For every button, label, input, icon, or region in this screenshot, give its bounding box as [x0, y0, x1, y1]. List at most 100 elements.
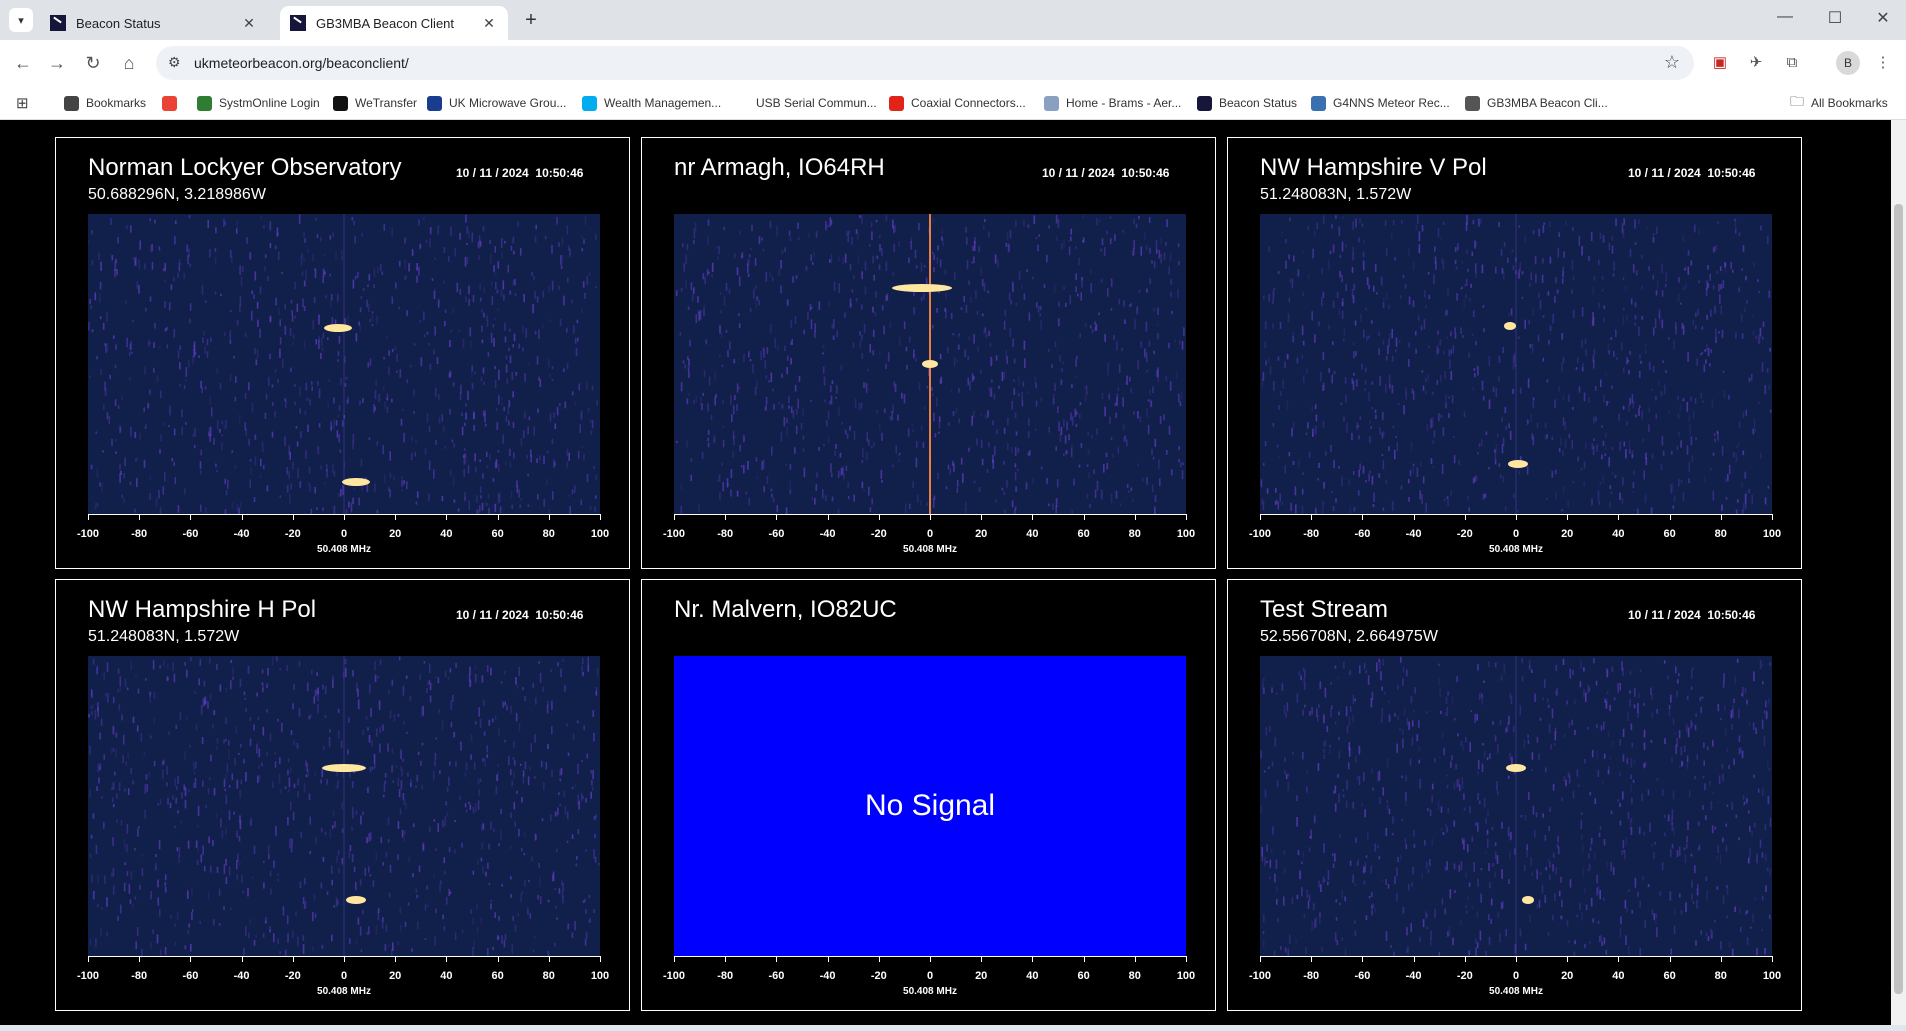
axis-tick [600, 514, 601, 520]
axis-tick-label: -40 [819, 528, 836, 540]
panel-timestamp: 10 / 11 / 2024 10:50:46 [1042, 166, 1170, 180]
panel-title: Test Stream [1260, 596, 1389, 623]
close-icon[interactable]: ✕ [240, 15, 258, 32]
bookmark-item[interactable] [162, 94, 184, 112]
site-info-icon[interactable]: ⚙ [168, 54, 181, 71]
bookmark-item[interactable]: Beacon Status [1197, 94, 1297, 112]
beacon-panel: Norman Lockyer Observatory 50.688296N, 3.… [55, 137, 630, 569]
axis-tick [139, 956, 141, 962]
axis-tick-label: 20 [389, 528, 402, 540]
axis-tick [674, 514, 675, 520]
bookmark-star-icon[interactable]: ☆ [1664, 52, 1680, 73]
tab-beacon-client[interactable]: GB3MBA Beacon Client ✕ [280, 6, 508, 40]
menu-kebab-icon[interactable]: ⋮ [1872, 52, 1894, 74]
axis-tick [981, 514, 983, 520]
bookmark-label: G4NNS Meteor Rec... [1333, 96, 1450, 110]
axis-title: 50.408 MHz [903, 544, 957, 555]
brams-icon [1044, 95, 1059, 111]
beacon-icon [1197, 95, 1212, 111]
star-icon [64, 95, 79, 111]
axis-tick [1362, 514, 1364, 520]
axis-title: 50.408 MHz [317, 544, 371, 555]
beacon-favicon-icon [50, 15, 66, 31]
beacon-client-page: Norman Lockyer Observatory 50.688296N, 3.… [0, 120, 1906, 1031]
scrollbar-thumb[interactable] [1894, 204, 1903, 994]
axis-tick-label: 0 [926, 970, 934, 982]
axis-tick [344, 514, 345, 520]
g4nns-icon [1311, 95, 1326, 111]
axis-tick [1567, 514, 1569, 520]
os-taskbar [0, 1025, 1906, 1031]
axis-tick-label: -60 [1354, 970, 1371, 982]
blank-icon [734, 95, 749, 111]
address-bar[interactable]: ⚙ ukmeteorbeacon.org/beaconclient/ ☆ [156, 46, 1694, 80]
axis-tick [1669, 514, 1671, 520]
no-signal-box: No Signal [674, 656, 1186, 956]
bookmark-item[interactable]: GB3MBA Beacon Cli... [1465, 94, 1608, 112]
axis-tick-label: 60 [1077, 528, 1090, 540]
extensions-puzzle-icon[interactable]: ⧉ [1781, 52, 1803, 74]
back-button[interactable]: ← [10, 50, 36, 76]
bookmark-item[interactable]: Coaxial Connectors... [889, 94, 1026, 112]
axis-tick-label: -100 [1248, 970, 1272, 982]
reload-button[interactable]: ↻ [80, 50, 106, 76]
panel-title: nr Armagh, IO64RH [674, 154, 885, 181]
axis-tick-label: 40 [440, 970, 453, 982]
bookmark-label: Wealth Managemen... [604, 96, 722, 110]
meteor-echo [1522, 896, 1534, 904]
beacon-panel: nr Armagh, IO64RH 10 / 11 / 2024 10:50:46… [641, 137, 1216, 569]
google-photos-icon [162, 95, 177, 111]
minimize-button[interactable]: — [1770, 8, 1800, 26]
bookmark-item[interactable]: UK Microwave Grou... [427, 94, 566, 112]
page-scrollbar[interactable] [1891, 120, 1906, 1025]
profile-avatar[interactable]: B [1836, 51, 1860, 75]
axis-tick-label: 0 [1512, 528, 1520, 540]
axis-title: 50.408 MHz [1489, 986, 1543, 997]
axis-tick [1618, 956, 1620, 962]
bookmark-label: USB Serial Commun... [756, 96, 877, 110]
close-icon[interactable]: ✕ [480, 15, 498, 32]
tab-beacon-status[interactable]: Beacon Status ✕ [40, 6, 268, 40]
all-bookmarks-button[interactable]: 🗀 All Bookmarks [1790, 93, 1888, 112]
axis-tick [1134, 956, 1136, 962]
bookmark-item[interactable]: G4NNS Meteor Rec... [1311, 94, 1450, 112]
axis-tick [1413, 956, 1415, 962]
bookmark-item[interactable]: Bookmarks [64, 94, 146, 112]
bookmark-item[interactable]: SystmOnline Login [197, 94, 320, 112]
axis-title: 50.408 MHz [317, 986, 371, 997]
window-close-button[interactable]: ✕ [1868, 8, 1898, 28]
beacon-panel: NW Hampshire H Pol 51.248083N, 1.572W 10 /… [55, 579, 630, 1011]
bookmark-item[interactable]: WeTransfer [333, 94, 417, 112]
meteor-echo [324, 324, 352, 332]
home-button[interactable]: ⌂ [116, 50, 142, 76]
frequency-axis: -100 -80 -60 -40 -20 0 20 40 60 80 100 50.408 MHz [663, 956, 1195, 1002]
beacon-panel: NW Hampshire V Pol 51.248083N, 1.572W 10 /… [1227, 137, 1802, 569]
bookmark-item[interactable]: Home - Brams - Aer... [1044, 94, 1181, 112]
axis-tick [1083, 514, 1085, 520]
apps-button[interactable]: ⊞ [16, 94, 29, 112]
url-text[interactable]: ukmeteorbeacon.org/beaconclient/ [194, 55, 409, 71]
axis-tick-label: 0 [340, 528, 348, 540]
axis-tick [1772, 956, 1773, 962]
reload-icon: ↻ [85, 53, 101, 73]
axis-tick [292, 514, 294, 520]
axis-tick-label: 80 [1128, 970, 1141, 982]
axis-tick [1413, 514, 1415, 520]
extension-red-icon[interactable]: ▣ [1709, 52, 1731, 74]
maximize-button[interactable]: ☐ [1820, 8, 1850, 28]
axis-tick [827, 514, 829, 520]
axis-tick-label: 100 [1762, 970, 1782, 982]
tab-search-button[interactable]: ▾ [9, 8, 33, 32]
all-bookmarks-label: All Bookmarks [1811, 96, 1888, 110]
bookmark-item[interactable]: Wealth Managemen... [582, 94, 721, 112]
axis-tick-label: 100 [1176, 528, 1196, 540]
bookmark-item[interactable]: USB Serial Commun... [734, 94, 877, 112]
axis-tick [548, 956, 550, 962]
extension-bird-icon[interactable]: ✈ [1745, 52, 1767, 74]
axis-tick [776, 956, 778, 962]
axis-tick [190, 514, 192, 520]
axis-tick-label: 100 [590, 528, 610, 540]
forward-button[interactable]: → [44, 50, 70, 76]
new-tab-button[interactable]: + [519, 9, 543, 32]
axis-tick-label: 100 [1762, 528, 1782, 540]
